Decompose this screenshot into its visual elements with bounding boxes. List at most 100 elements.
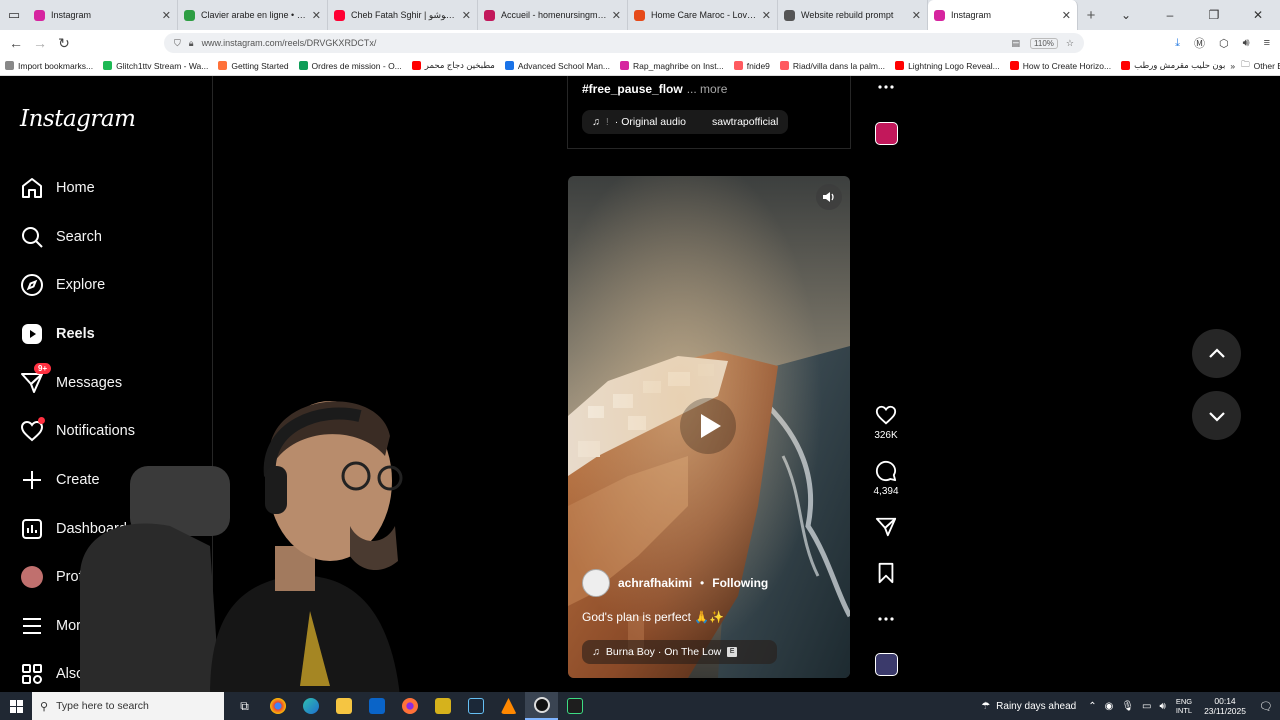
bookmark-item[interactable]: Import bookmarks... xyxy=(0,60,98,71)
file-explorer-taskbar-app[interactable] xyxy=(327,692,360,720)
browser-tab[interactable]: Website rebuild prompt ✕ xyxy=(778,0,928,30)
url-field[interactable]: ⛉ 🔒︎ www.instagram.com/reels/DRVGKXRDCTx… xyxy=(164,33,1084,53)
bookmark-star-icon[interactable]: ☆ xyxy=(1066,38,1074,49)
new-tab-button[interactable]: + xyxy=(1078,7,1104,24)
steam-taskbar-app[interactable] xyxy=(459,692,492,720)
play-button[interactable] xyxy=(680,398,736,454)
close-window-button[interactable]: ✕ xyxy=(1236,8,1280,22)
vlc-taskbar-app[interactable] xyxy=(492,692,525,720)
author-username[interactable]: achrafhakimi xyxy=(618,576,692,590)
close-tab-icon[interactable]: ✕ xyxy=(612,9,621,22)
reel-audio-pill[interactable]: ♫ Burna Boy · On The Low E xyxy=(582,640,777,664)
bookmark-item[interactable]: Ordres de mission - O... xyxy=(294,60,407,71)
network-icon[interactable]: ▭ xyxy=(1142,701,1151,712)
browser-tab[interactable]: Instagram ✕ xyxy=(928,0,1078,30)
reel-caption[interactable]: God's plan is perfect 🙏✨ xyxy=(582,610,724,624)
audio-thumbnail[interactable] xyxy=(875,653,898,676)
save-button[interactable] xyxy=(866,562,906,588)
previous-audio-thumbnail[interactable] xyxy=(875,122,898,145)
menu-icon[interactable]: ≡ xyxy=(1264,37,1270,49)
close-tab-icon[interactable]: ✕ xyxy=(1062,9,1071,22)
music-note-icon: ♫ xyxy=(592,646,600,658)
downloads-icon[interactable]: ⤓ xyxy=(1175,37,1180,50)
sidebar-item-home[interactable]: Home xyxy=(20,176,95,200)
bookmark-item[interactable]: How to Create Horizo... xyxy=(1005,60,1116,71)
back-button[interactable]: ← xyxy=(4,35,28,51)
following-button[interactable]: Following xyxy=(712,576,768,590)
more-options-button[interactable] xyxy=(866,610,906,632)
restore-window-button[interactable]: ❐ xyxy=(1192,8,1236,22)
reload-button[interactable]: ↻ xyxy=(52,35,76,52)
caption-more-link[interactable]: ... more xyxy=(687,82,728,96)
browser-tab[interactable]: Accueil - homenursingmaroc ✕ xyxy=(478,0,628,30)
lock-icon[interactable]: 🔒︎ xyxy=(189,38,194,49)
tray-chevron-icon[interactable]: ⌃ xyxy=(1088,701,1096,712)
like-button[interactable]: 326K xyxy=(866,404,906,441)
notes-taskbar-app[interactable] xyxy=(426,692,459,720)
minimize-window-button[interactable]: – xyxy=(1148,8,1192,22)
reel-video[interactable]: achrafhakimi • Following God's plan is p… xyxy=(568,176,850,678)
speaker-icon[interactable]: 🔊︎ xyxy=(1243,37,1250,50)
browser-tab[interactable]: Cheb Fatah Sghir | شاب فتاح شوشو ... ✕ xyxy=(328,0,478,30)
previous-reel-button[interactable] xyxy=(1192,329,1241,378)
bookmark-item[interactable]: Getting Started xyxy=(213,60,293,71)
bookmark-item[interactable]: Lightning Logo Reveal... xyxy=(890,60,1005,71)
bookmark-item[interactable]: بون حليب مقرمش ورطب xyxy=(1116,60,1230,71)
shield-icon[interactable]: ⛉ xyxy=(174,38,181,49)
chrome-taskbar-app[interactable] xyxy=(261,692,294,720)
close-tab-icon[interactable]: ✕ xyxy=(912,9,921,22)
bookmark-item[interactable]: Advanced School Man... xyxy=(500,60,615,71)
bookmark-item[interactable]: Glitch1ttv Stream - Wa... xyxy=(98,60,213,71)
sidebar-item-explore[interactable]: Explore xyxy=(20,273,105,297)
task-view-button[interactable]: ⧉ xyxy=(228,692,261,720)
previous-reel-audio-pill[interactable]: ♫ ! · Original audio sawtrapofficial xyxy=(582,110,789,134)
hashtag-link[interactable]: #free_pause_flow xyxy=(582,82,683,96)
tab-overview-icon[interactable]: ▭ xyxy=(0,0,28,30)
tab-list-chevron-icon[interactable]: ⌄ xyxy=(1104,8,1148,22)
start-button[interactable] xyxy=(0,692,32,720)
bookmark-item[interactable]: مطبخين دجاج محمر xyxy=(407,60,500,71)
speaker-icon xyxy=(823,192,834,202)
account-icon[interactable]: Ⓜ xyxy=(1194,35,1205,51)
taskbar-search-box[interactable]: ⚲ Type here to search xyxy=(32,692,224,720)
bookmark-item[interactable]: Rap_maghribe on Inst... xyxy=(615,60,729,71)
close-tab-icon[interactable]: ✕ xyxy=(162,9,171,22)
reader-view-icon[interactable]: ▤ xyxy=(1012,38,1021,49)
author-avatar[interactable] xyxy=(582,569,610,597)
firefox-taskbar-app[interactable] xyxy=(393,692,426,720)
close-tab-icon[interactable]: ✕ xyxy=(462,9,471,22)
share-button[interactable] xyxy=(866,516,906,542)
browser-tab[interactable]: Clavier arabe en ligne • Lexilogos ✕ xyxy=(178,0,328,30)
extensions-icon[interactable]: ⬡ xyxy=(1219,37,1229,50)
tray-app-icon[interactable]: ◉ xyxy=(1105,701,1114,712)
weather-widget[interactable]: ☂ Rainy days ahead xyxy=(981,701,1076,712)
sidebar-item-search[interactable]: Search xyxy=(20,225,102,249)
comment-button[interactable]: 4,394 xyxy=(866,460,906,497)
other-bookmarks-folder[interactable]: 🗀 Other Bookmarks xyxy=(1241,59,1280,73)
mute-toggle-button[interactable] xyxy=(816,184,842,210)
more-options-top-button[interactable] xyxy=(866,78,906,100)
edge-taskbar-app[interactable] xyxy=(294,692,327,720)
next-reel-button[interactable] xyxy=(1192,391,1241,440)
close-tab-icon[interactable]: ✕ xyxy=(762,9,771,22)
bookmark-item[interactable]: fnide9 xyxy=(729,60,775,71)
browser-tab[interactable]: Home Care Maroc - Lovable ✕ xyxy=(628,0,778,30)
notifications-icon[interactable]: 🗨 xyxy=(1256,700,1276,713)
browser-tab[interactable]: Instagram ✕ xyxy=(28,0,178,30)
close-tab-icon[interactable]: ✕ xyxy=(312,9,321,22)
folder-icon: 🗀 xyxy=(1241,58,1250,69)
more-bookmarks-chevron-icon[interactable]: » xyxy=(1230,61,1235,71)
clock[interactable]: 00:14 23/11/2025 xyxy=(1204,696,1246,716)
microphone-icon[interactable]: 🎙︎ xyxy=(1121,701,1134,712)
clock-time: 00:14 xyxy=(1214,696,1236,706)
instagram-logo[interactable]: Instagram xyxy=(20,106,136,132)
language-indicator[interactable]: ENG INTL xyxy=(1176,697,1192,715)
volume-icon[interactable]: 🔊︎ xyxy=(1160,701,1166,712)
obs-taskbar-app[interactable] xyxy=(525,692,558,720)
outlook-taskbar-app[interactable] xyxy=(360,692,393,720)
zoom-level-badge[interactable]: 110% xyxy=(1030,37,1058,49)
terminal-taskbar-app[interactable] xyxy=(558,692,591,720)
forward-button[interactable]: → xyxy=(28,35,52,51)
bookmark-item[interactable]: Riad/villa dans la palm... xyxy=(775,60,890,71)
sidebar-item-reels[interactable]: Reels xyxy=(20,322,95,346)
